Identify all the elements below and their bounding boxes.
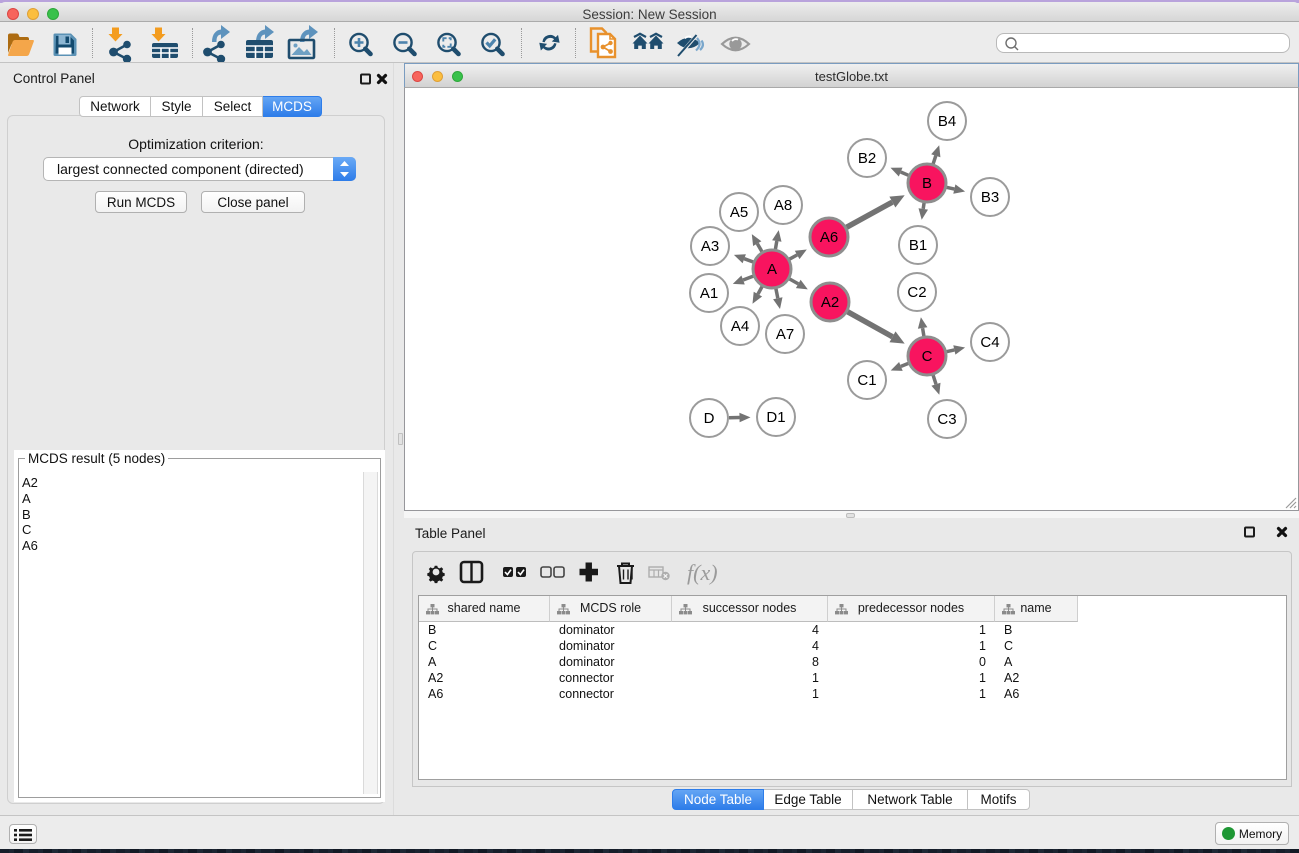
svg-text:A3: A3	[701, 238, 719, 255]
svg-text:f(x): f(x)	[687, 560, 718, 585]
svg-text:C1: C1	[857, 372, 876, 389]
svg-text:A2: A2	[821, 294, 839, 311]
svg-text:C2: C2	[907, 284, 926, 301]
svg-text:B1: B1	[909, 237, 927, 254]
svg-text:C4: C4	[980, 334, 999, 351]
svg-text:A7: A7	[776, 326, 794, 343]
svg-text:D1: D1	[766, 409, 785, 426]
svg-text:D: D	[704, 410, 715, 427]
svg-text:B2: B2	[858, 150, 876, 167]
svg-text:B4: B4	[938, 113, 956, 130]
svg-text:B: B	[922, 175, 932, 192]
svg-text:A: A	[767, 261, 777, 278]
svg-text:A8: A8	[774, 197, 792, 214]
svg-text:A1: A1	[700, 285, 718, 302]
svg-text:A6: A6	[820, 229, 838, 246]
svg-text:A5: A5	[730, 204, 748, 221]
svg-text:C3: C3	[937, 411, 956, 428]
svg-text:A4: A4	[731, 318, 749, 335]
svg-text:B3: B3	[981, 189, 999, 206]
svg-text:C: C	[922, 348, 933, 365]
